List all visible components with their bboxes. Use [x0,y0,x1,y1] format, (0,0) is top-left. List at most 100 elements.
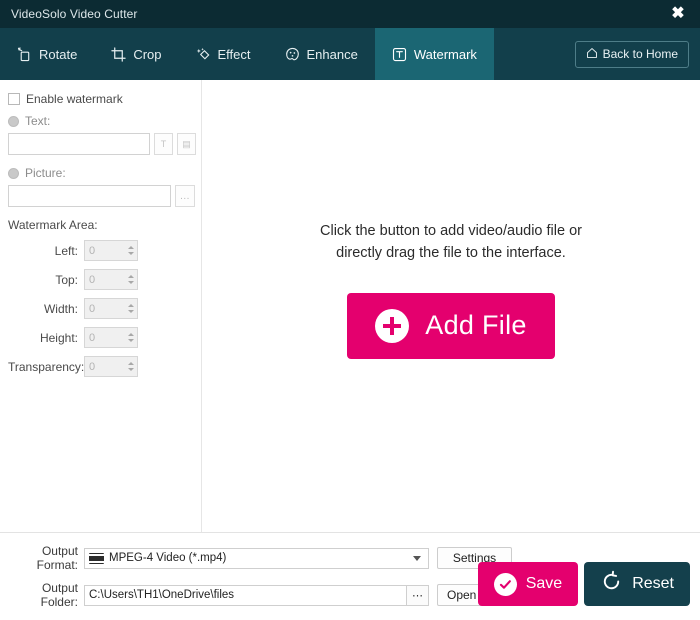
field-width-label: Width: [43,301,78,316]
tab-enhance-label: Enhance [306,46,358,62]
field-width-stepper[interactable]: 0 [84,298,138,319]
font-button[interactable]: T [154,133,173,155]
field-left-label: Left: [54,243,78,258]
field-top-label: Top: [55,272,78,287]
field-top-value: 0 [89,273,96,286]
rotate-icon [17,47,32,62]
chevron-up-icon [127,304,134,307]
watermark-area-title: Watermark Area: [8,218,98,232]
field-height-label: Height: [39,330,78,345]
back-to-home-label: Back to Home [602,47,678,61]
field-top-stepper[interactable]: 0 [84,269,138,290]
tab-crop-label: Crop [133,46,162,62]
field-left-value: 0 [89,244,96,257]
watermark-icon [392,47,407,62]
output-folder-input[interactable] [84,584,406,606]
field-transparency-stepper[interactable]: 0 [84,356,138,377]
picture-radio-button[interactable] [8,167,19,179]
field-transparency-label: Transparency: [8,359,85,374]
field-transparency-value: 0 [89,360,96,373]
tab-crop[interactable]: Crop [94,28,178,80]
enable-watermark-checkbox[interactable] [8,93,20,105]
back-to-home-button[interactable]: Back to Home [574,40,689,68]
text-option-row[interactable]: Text: [0,114,201,128]
chevron-down-icon [413,555,421,561]
drop-hint: Click the button to add video/audio file… [320,220,582,265]
output-format-select[interactable]: MPEG-4 Video (*.mp4) [84,547,429,569]
color-button[interactable]: ▤ [177,133,196,155]
enhance-icon [285,47,300,62]
text-option-label: Text: [25,114,51,128]
field-top-row: Top: 0 [0,269,201,290]
output-footer: Output Format: MPEG-4 Video (*.mp4) Sett… [0,533,700,620]
watermark-text-input[interactable] [8,133,150,155]
field-height-arrows[interactable] [124,328,137,347]
chevron-down-icon [127,339,134,342]
drop-hint-line2: directly drag the file to the interface. [336,245,566,262]
tab-bar: Rotate Crop Effect Enhance Watermark Bac… [0,28,700,80]
picture-browse-button[interactable]: ... [175,185,195,207]
tab-rotate[interactable]: Rotate [0,28,94,80]
tab-watermark-label: Watermark [413,46,477,62]
picture-option-label: Picture: [25,166,66,180]
chevron-up-icon [127,275,134,278]
chevron-up-icon [127,246,134,249]
chevron-down-icon [127,252,134,255]
save-label: Save [525,575,563,592]
field-height-value: 0 [89,331,96,344]
output-folder-label: Output Folder: [40,581,78,609]
output-format-value: MPEG-4 Video (*.mp4) [109,552,227,564]
enable-watermark-row[interactable]: Enable watermark [0,90,201,106]
text-input-row: T ▤ [0,133,201,155]
main-content: Enable watermark Text: T ▤ Picture: ... … [0,80,700,533]
folder-browse-button[interactable]: ⋯ [406,584,429,606]
picture-option-row[interactable]: Picture: [0,166,201,180]
chevron-down-icon [127,310,134,313]
home-icon [586,47,598,62]
field-width-value: 0 [89,302,96,315]
tab-effect[interactable]: Effect [179,28,268,80]
tab-effect-label: Effect [217,46,251,62]
undo-icon [600,570,623,598]
field-transparency-row: Transparency: 0 [0,356,201,377]
field-left-row: Left: 0 [0,240,201,261]
chevron-down-icon [127,368,134,371]
watermark-picture-input[interactable] [8,185,171,207]
chevron-up-icon [127,333,134,336]
output-format-label: Output Format: [36,544,78,572]
field-height-row: Height: 0 [0,327,201,348]
field-top-arrows[interactable] [124,270,137,289]
save-button[interactable]: Save [477,562,579,606]
field-left-stepper[interactable]: 0 [84,240,138,261]
field-transparency-arrows[interactable] [124,357,137,376]
reset-button[interactable]: Reset [584,562,690,606]
check-circle-icon [493,572,517,596]
field-width-arrows[interactable] [124,299,137,318]
add-file-button[interactable]: Add File [347,292,555,359]
add-file-label: Add File [425,310,527,341]
close-icon[interactable]: ✖ [656,0,700,28]
field-width-row: Width: 0 [0,298,201,319]
chevron-up-icon [127,362,134,365]
film-strip-icon [89,552,104,564]
chevron-down-icon [127,281,134,284]
text-radio-button[interactable] [8,115,19,127]
picture-input-row: ... [0,185,201,207]
watermark-settings-panel: Enable watermark Text: T ▤ Picture: ... … [0,80,202,532]
effect-icon [196,47,211,62]
drop-hint-line1: Click the button to add video/audio file… [320,223,582,239]
preview-drop-area[interactable]: Click the button to add video/audio file… [202,80,700,532]
tab-enhance[interactable]: Enhance [268,28,375,80]
field-left-arrows[interactable] [124,241,137,260]
window-title: VideoSolo Video Cutter [11,7,138,21]
field-height-stepper[interactable]: 0 [84,327,138,348]
crop-icon [111,46,126,62]
reset-label: Reset [632,575,674,592]
plus-circle-icon [375,308,410,343]
action-buttons: Save Reset [477,562,690,606]
tab-watermark[interactable]: Watermark [374,28,494,80]
application-window: VideoSolo Video Cutter ✖ Rotate Crop Eff… [0,0,700,620]
title-bar: VideoSolo Video Cutter ✖ [0,0,700,28]
enable-watermark-label: Enable watermark [26,92,123,106]
